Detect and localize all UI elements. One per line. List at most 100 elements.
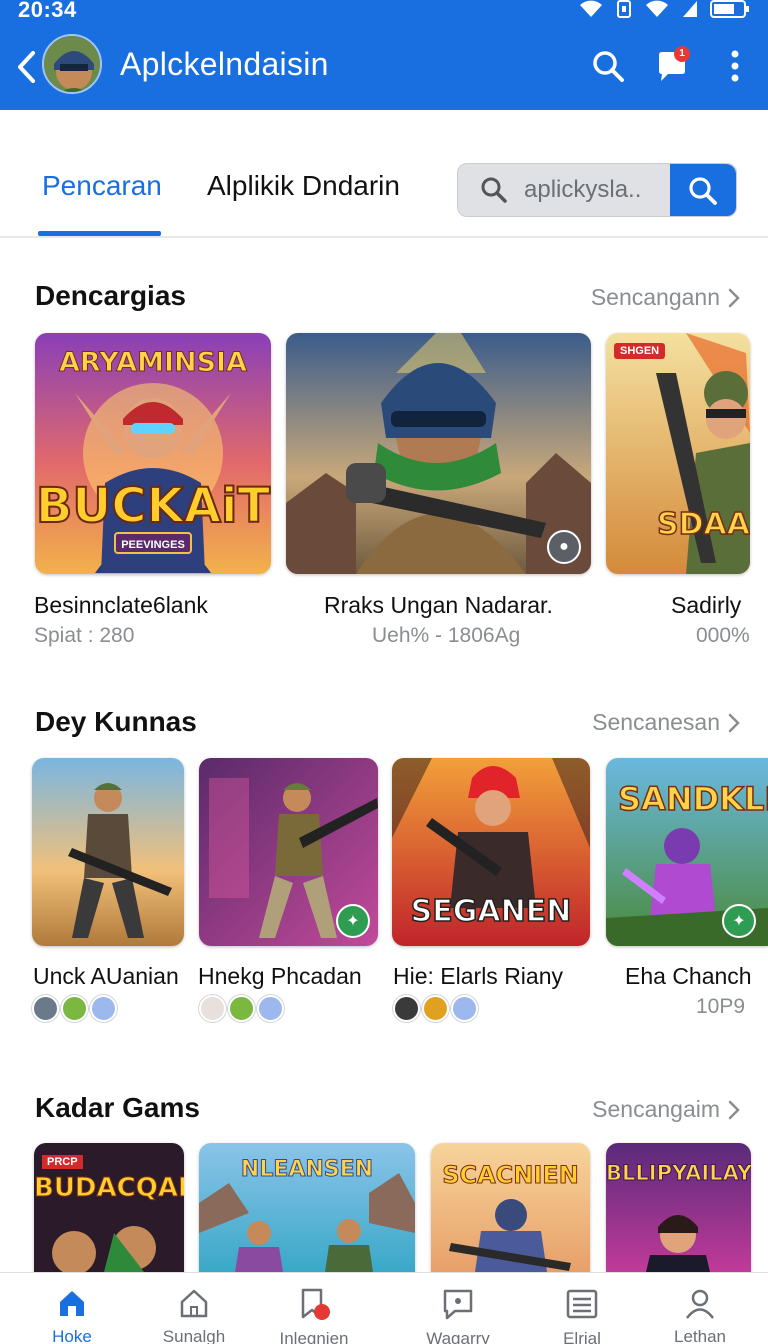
game-name[interactable]: Besinnclate6lank xyxy=(34,592,208,619)
controller-icon: ● xyxy=(547,530,581,564)
signal-bars-icon xyxy=(683,1,697,17)
see-more-label: Sencanesan xyxy=(592,709,720,735)
nav-item-home[interactable]: Hoke xyxy=(8,1273,136,1344)
friend-avatar xyxy=(257,995,284,1022)
notification-badge: 1 xyxy=(674,46,690,62)
game-name[interactable]: Hie: Elarls Riany xyxy=(393,963,563,990)
more-options-button[interactable] xyxy=(713,44,757,88)
search-input[interactable] xyxy=(524,164,674,216)
status-bar: 20:34 xyxy=(0,0,768,22)
game-art-logo: NLEANSEN xyxy=(240,1157,374,1183)
search-button[interactable] xyxy=(586,44,630,88)
more-vertical-icon xyxy=(731,50,739,82)
friends-avatars xyxy=(32,995,117,1022)
platform-badge-icon: ✦ xyxy=(722,904,756,938)
friend-avatar xyxy=(228,995,255,1022)
nav-item-search[interactable]: Sunalgh xyxy=(130,1273,258,1344)
friend-avatar xyxy=(32,995,59,1022)
friend-avatar xyxy=(199,995,226,1022)
game-art-tag: PEEVINGES xyxy=(121,539,185,551)
friend-avatar xyxy=(451,995,478,1022)
game-name[interactable]: Sadirly xyxy=(671,592,741,619)
game-meta: Spiat : 280 xyxy=(34,624,135,647)
signal-icon xyxy=(646,0,668,17)
section-title: Kadar Gams xyxy=(35,1092,200,1123)
game-card[interactable]: BLLIPYAILAY xyxy=(606,1143,751,1272)
bookmark-icon xyxy=(301,1288,330,1320)
status-icons xyxy=(578,0,750,18)
game-card[interactable]: ● xyxy=(286,333,591,574)
game-art-logo: SEGANEN xyxy=(410,893,572,930)
search-submit-button[interactable] xyxy=(670,164,736,216)
see-more-label: Sencangaim xyxy=(592,1096,720,1122)
game-name[interactable]: Hnekg Phcadan xyxy=(198,963,362,990)
game-card[interactable]: PRCP BUDACQAE xyxy=(34,1143,184,1272)
game-name[interactable]: Rraks Ungan Nadarar. xyxy=(324,592,553,619)
game-art-logo: BUDACQAE xyxy=(34,1173,184,1204)
list-icon xyxy=(566,1289,598,1319)
nav-label: Inlegnien xyxy=(279,1329,349,1344)
chevron-right-icon xyxy=(728,1100,740,1119)
chevron-right-icon xyxy=(728,288,740,307)
game-art-tag: SHGEN xyxy=(614,343,666,359)
sim-icon xyxy=(617,0,631,18)
section-title: Dey Kunnas xyxy=(35,706,197,737)
game-meta: Ueh% - 1806Ag xyxy=(372,624,521,647)
nav-label: Hoke xyxy=(52,1327,92,1344)
user-icon xyxy=(686,1289,714,1319)
back-button[interactable] xyxy=(12,48,40,86)
nav-item-profile[interactable]: Lethan xyxy=(636,1273,764,1344)
nav-label: Lethan xyxy=(674,1327,726,1344)
see-more-label: Sencangann xyxy=(590,284,720,310)
friends-avatars xyxy=(393,995,478,1022)
tab-pencaran[interactable]: Pencaran xyxy=(42,170,162,202)
search-icon xyxy=(689,177,717,205)
game-meta: 10P9 xyxy=(696,995,746,1018)
search-bar xyxy=(457,163,737,217)
game-art-logo: SCACNIEN xyxy=(442,1161,580,1190)
game-art-logo: SANDKLIELL xyxy=(617,779,768,819)
search-icon xyxy=(481,177,507,203)
nav-item-list[interactable]: Elrial xyxy=(518,1273,646,1344)
search-icon xyxy=(593,51,624,82)
see-more-link[interactable]: Sencangann xyxy=(591,284,740,311)
chevron-right-icon xyxy=(728,713,740,732)
game-card[interactable]: SEGANEN xyxy=(392,758,590,946)
friend-avatar xyxy=(393,995,420,1022)
battery-icon xyxy=(710,0,749,18)
game-cover-image xyxy=(286,333,591,574)
game-name[interactable]: Unck AUanian xyxy=(33,963,179,990)
game-art-logo: BLLIPYAILAY xyxy=(606,1161,751,1186)
nav-item-library[interactable]: Inlegnien xyxy=(250,1273,378,1344)
game-card[interactable] xyxy=(32,758,184,946)
section-title: Dencargias xyxy=(35,280,186,311)
app-title: Aplckelndaisin xyxy=(120,46,329,82)
game-name[interactable]: Eha Chanch xyxy=(625,963,752,990)
tab-bar: Pencaran Alplikik Dndarin xyxy=(0,110,768,238)
game-card[interactable]: SCACNIEN xyxy=(431,1143,590,1272)
platform-badge-icon: ✦ xyxy=(336,904,370,938)
tab-alplikik-dndarin[interactable]: Alplikik Dndarin xyxy=(207,170,400,202)
avatar[interactable] xyxy=(42,34,102,94)
nav-label: Elrial xyxy=(563,1329,601,1344)
status-time: 20:34 xyxy=(18,0,77,22)
nav-item-wishlist[interactable]: Wagarry xyxy=(394,1273,522,1344)
home-outline-icon xyxy=(180,1289,208,1318)
home-icon xyxy=(60,1291,84,1316)
game-card[interactable]: ✦ xyxy=(199,758,378,946)
game-art-logo: SDAA xyxy=(656,506,750,543)
chat-button[interactable]: 1 xyxy=(650,44,694,88)
game-card[interactable]: SHGEN SDAA xyxy=(606,333,750,574)
app-bar: 20:34 Aplckelndaisin 1 xyxy=(0,0,768,110)
see-more-link[interactable]: Sencangaim xyxy=(592,1096,740,1123)
wifi-icon xyxy=(580,0,602,17)
game-card[interactable]: ARYAMINSIA BUCKAiT PEEVINGES xyxy=(35,333,271,574)
chat-square-icon xyxy=(443,1289,473,1320)
game-card[interactable]: NLEANSEN xyxy=(199,1143,415,1272)
game-card[interactable]: SANDKLIELL ✦ xyxy=(606,758,768,946)
game-meta: 000% xyxy=(696,624,750,647)
game-art-title: ARYAMINSIA xyxy=(59,347,248,379)
see-more-link[interactable]: Sencanesan xyxy=(592,709,740,736)
friend-avatar xyxy=(422,995,449,1022)
friend-avatar xyxy=(90,995,117,1022)
